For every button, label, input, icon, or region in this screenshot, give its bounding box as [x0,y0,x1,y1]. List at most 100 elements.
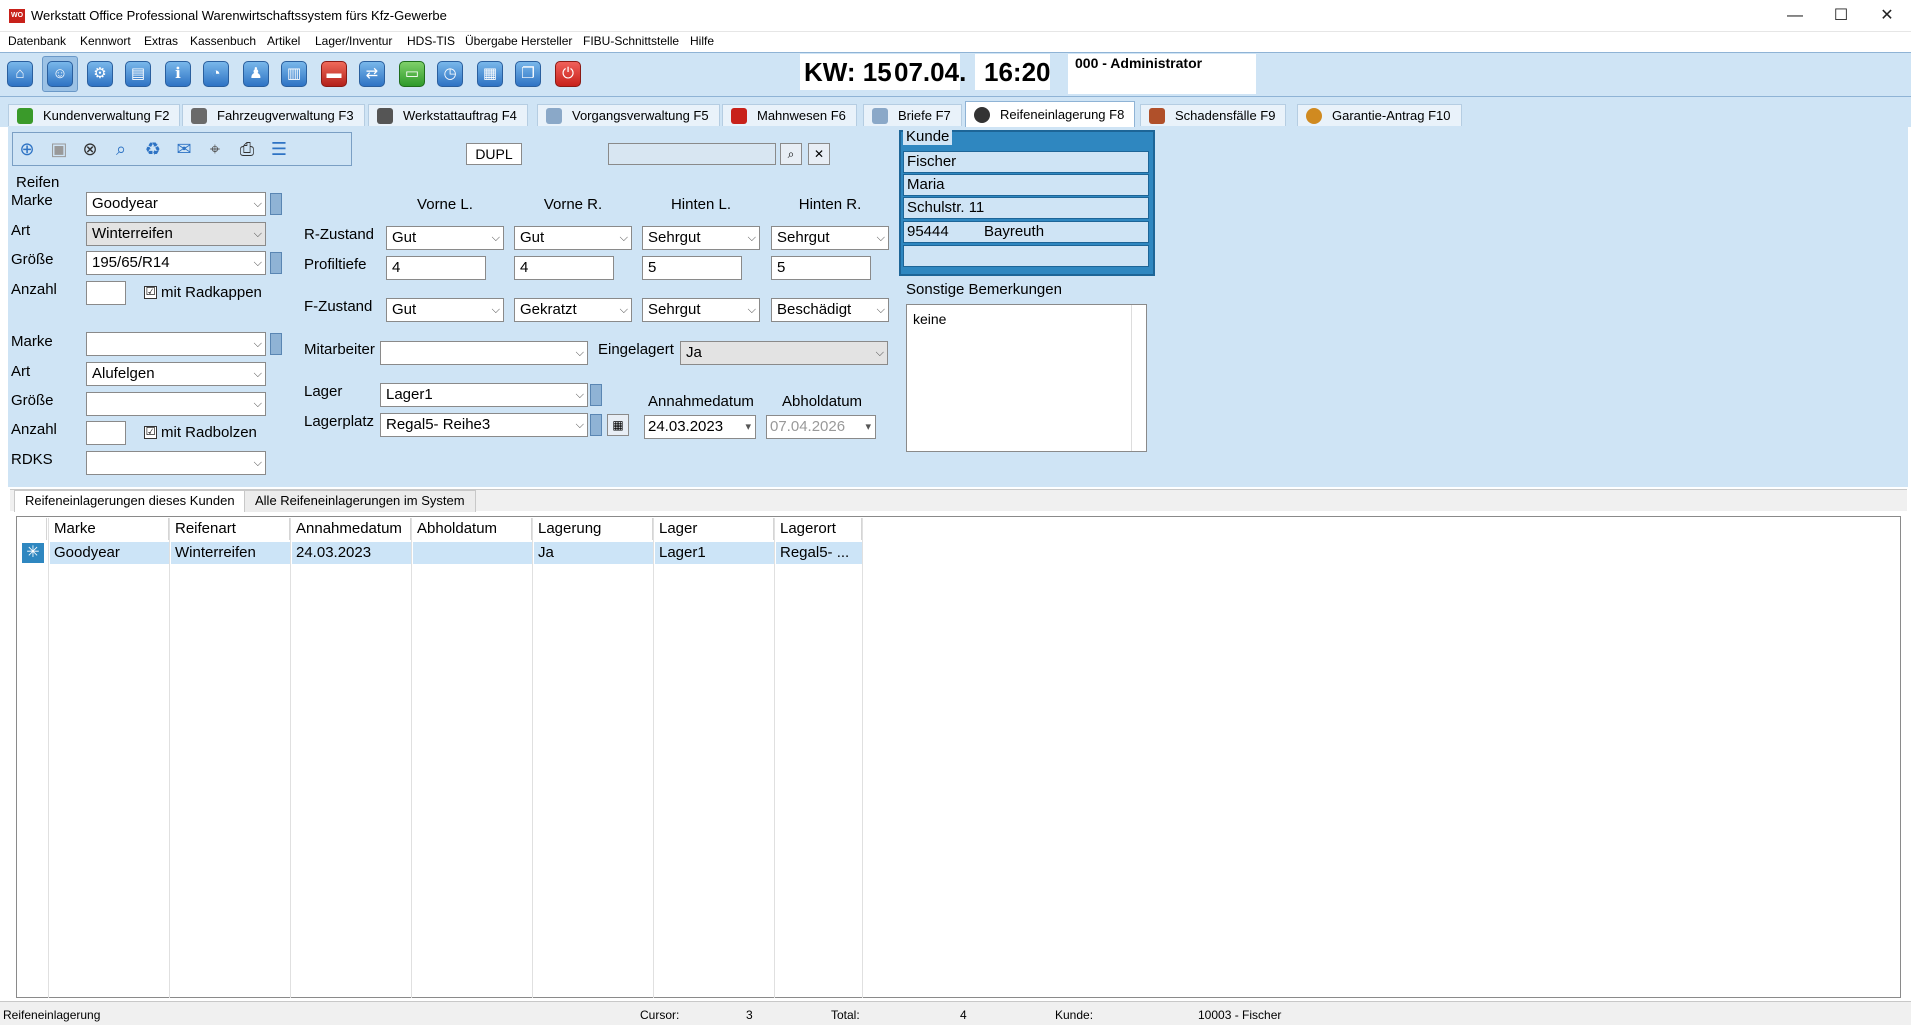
column-header-marke[interactable]: Marke [50,518,169,540]
r-zustand-vl-select[interactable]: Gut ⌵ [386,226,504,250]
felgen-marke-select[interactable]: ⌵ [86,332,266,356]
lager-edit-button[interactable] [590,384,602,406]
tab-reifeneinlagerung[interactable]: Reifeneinlagerung F8 [965,101,1136,127]
felgen-marke-edit-button[interactable] [270,333,282,355]
radbolzen-checkbox[interactable]: ☑ mit Radbolzen [144,424,257,441]
toolbar-info-button[interactable]: ℹ [160,56,196,92]
column-header-lagerung[interactable]: Lagerung [534,518,653,540]
rdks-select[interactable]: ⌵ [86,451,266,475]
menu-hds-tis[interactable]: HDS-TIS [407,34,455,48]
f-zustand-hl-select[interactable]: Sehrgut ⌵ [642,298,760,322]
tab-mahnwesen[interactable]: Mahnwesen F6 [722,104,857,126]
remarks-textarea[interactable]: keine [906,304,1147,452]
mitarbeiter-select[interactable]: ⌵ [380,341,588,365]
eingelagert-select[interactable]: Ja ⌵ [680,341,888,365]
profiltiefe-hl-input[interactable]: 5 [642,256,742,280]
annahmedatum-picker[interactable]: 24.03.2023 ▾ [644,415,756,439]
column-header-lagerort[interactable]: Lagerort [776,518,862,540]
reifen-art-select[interactable]: Winterreifen ⌵ [86,222,266,246]
reifen-marke-edit-button[interactable] [270,193,282,215]
car-search-button[interactable]: ⌕ [780,143,802,165]
table-cell[interactable]: Regal5- ... [776,542,862,564]
lagerplatz-map-button[interactable]: ▦ [607,414,629,436]
toolbar-truck-button[interactable]: ▭ [394,56,430,92]
menu-lager-inventur[interactable]: Lager/Inventur [315,34,392,48]
toolbar-power-button[interactable]: ⏻ [550,56,586,92]
toolbar-user-button[interactable]: ♟ [238,56,274,92]
toolbar-window-button[interactable]: ❐ [510,56,546,92]
save-icon[interactable]: ▣ [46,136,72,162]
menu-datenbank[interactable]: Datenbank [8,34,66,48]
list-icon[interactable]: ☰ [266,136,292,162]
toolbar-calendar-button[interactable]: ▦ [472,56,508,92]
menu-fibu-schnittstelle[interactable]: FIBU-Schnittstelle [583,34,679,48]
tab-werkstattauftrag[interactable]: Werkstattauftrag F4 [368,104,528,126]
r-zustand-vr-select[interactable]: Gut ⌵ [514,226,632,250]
column-header-annahmedatum[interactable]: Annahmedatum [292,518,411,540]
toolbar-chart-button[interactable]: ◔ [198,56,234,92]
table-cell[interactable]: Ja [534,542,653,564]
r-zustand-hl-select[interactable]: Sehrgut ⌵ [642,226,760,250]
column-header-abholdatum[interactable]: Abholdatum [413,518,532,540]
toolbar-home-button[interactable]: ⌂ [2,56,38,92]
delete-icon[interactable]: ♻ [140,136,166,162]
lagerplatz-select[interactable]: Regal5- Reihe3 ⌵ [380,413,588,437]
add-icon[interactable]: ⊕ [14,136,40,162]
tab-customer-storage[interactable]: Reifeneinlagerungen dieses Kunden [14,490,246,512]
tab-kundenverwaltung[interactable]: Kundenverwaltung F2 [8,104,181,126]
menu-artikel[interactable]: Artikel [267,34,300,48]
toolbar-transfer-button[interactable]: ⇄ [354,56,390,92]
toolbar-customers-button[interactable]: ☺ [42,56,78,92]
vehicle-search-field[interactable] [608,143,776,165]
zoom-icon[interactable]: ⌖ [202,136,228,162]
column-header-reifenart[interactable]: Reifenart [171,518,290,540]
table-cell[interactable]: Lager1 [655,542,774,564]
tab-briefe[interactable]: Briefe F7 [863,104,962,126]
tab-all-storage[interactable]: Alle Reifeneinlagerungen im System [244,490,476,512]
menu-uebergabe-hersteller[interactable]: Übergabe Hersteller [465,34,572,48]
table-cell[interactable]: 24.03.2023 [292,542,411,564]
radkappen-checkbox[interactable]: ☑ mit Radkappen [144,284,262,301]
abholdatum-picker[interactable]: 07.04.2026 ▾ [766,415,876,439]
tab-fahrzeugverwaltung[interactable]: Fahrzeugverwaltung F3 [182,104,365,126]
table-cell[interactable]: Winterreifen [171,542,290,564]
tab-garantie-antrag[interactable]: Garantie-Antrag F10 [1297,104,1462,126]
close-button[interactable]: ✕ [1864,0,1910,32]
reifen-anzahl-input[interactable] [86,281,126,305]
menu-hilfe[interactable]: Hilfe [690,34,714,48]
reifen-groesse-select[interactable]: 195/65/R14 ⌵ [86,251,266,275]
f-zustand-vl-select[interactable]: Gut ⌵ [386,298,504,322]
car-clear-button[interactable]: ✕ [808,143,830,165]
felgen-art-select[interactable]: Alufelgen ⌵ [86,362,266,386]
menu-kennwort[interactable]: Kennwort [80,34,131,48]
r-zustand-hr-select[interactable]: Sehrgut ⌵ [771,226,889,250]
search-icon[interactable]: ⌕ [108,136,134,162]
table-cell[interactable] [413,542,532,564]
tab-vorgangsverwaltung[interactable]: Vorgangsverwaltung F5 [537,104,720,126]
profiltiefe-hr-input[interactable]: 5 [771,256,871,280]
felgen-anzahl-input[interactable] [86,421,126,445]
reifen-marke-select[interactable]: Goodyear ⌵ [86,192,266,216]
menu-extras[interactable]: Extras [144,34,178,48]
profiltiefe-vr-input[interactable]: 4 [514,256,614,280]
remarks-scrollbar[interactable] [1131,305,1146,451]
toolbar-documents-button[interactable]: ▤ [120,56,156,92]
toolbar-stats-button[interactable]: ▥ [276,56,312,92]
menu-kassenbuch[interactable]: Kassenbuch [190,34,256,48]
f-zustand-vr-select[interactable]: Gekratzt ⌵ [514,298,632,322]
dupl-button[interactable]: DUPL [466,143,522,165]
toolbar-clock-button[interactable]: ◷ [432,56,468,92]
cancel-icon[interactable]: ⊗ [77,136,103,162]
f-zustand-hr-select[interactable]: Beschädigt ⌵ [771,298,889,322]
print-icon[interactable]: ⎙ [234,136,260,162]
toolbar-car-button[interactable]: ▬ [316,56,352,92]
minimize-button[interactable]: — [1772,0,1818,32]
tab-schadensfaelle[interactable]: Schadensfälle F9 [1140,104,1287,126]
maximize-button[interactable]: ☐ [1818,0,1864,32]
toolbar-settings-button[interactable]: ⚙ [82,56,118,92]
reifen-groesse-edit-button[interactable] [270,252,282,274]
felgen-groesse-select[interactable]: ⌵ [86,392,266,416]
table-cell[interactable]: Goodyear [50,542,169,564]
lagerplatz-edit-button[interactable] [590,414,602,436]
profiltiefe-vl-input[interactable]: 4 [386,256,486,280]
